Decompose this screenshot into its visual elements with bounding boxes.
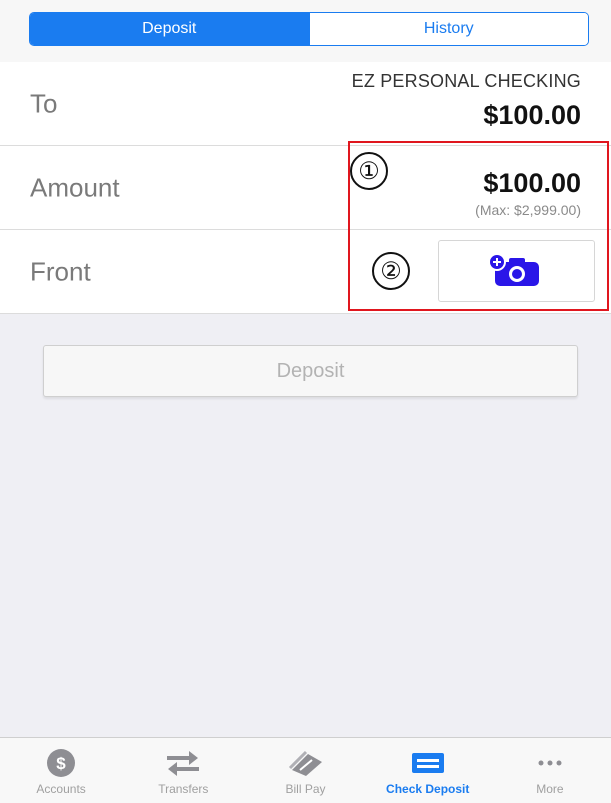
tab-more-label: More	[536, 782, 564, 796]
tab-transfers[interactable]: Transfers	[122, 738, 244, 803]
amount-max: (Max: $2,999.00)	[475, 202, 581, 218]
tab-check-deposit-label: Check Deposit	[386, 782, 470, 796]
add-camera-icon	[487, 253, 539, 286]
tab-accounts[interactable]: $ Accounts	[0, 738, 122, 803]
front-camera-button[interactable]	[438, 240, 595, 302]
annotation-number-1: ①	[350, 152, 388, 190]
amount-row[interactable]: Amount $100.00 (Max: $2,999.00)	[0, 146, 611, 230]
tab-history[interactable]: History	[308, 13, 588, 45]
tab-check-deposit[interactable]: Check Deposit	[367, 738, 489, 803]
tab-bill-pay[interactable]: Bill Pay	[244, 738, 366, 803]
segmented-control: Deposit History	[29, 12, 589, 46]
top-bar: Deposit History	[0, 0, 611, 62]
front-label: Front	[30, 256, 91, 286]
dollar-icon: $	[47, 749, 76, 777]
to-label: To	[30, 88, 58, 118]
tab-deposit[interactable]: Deposit	[30, 13, 309, 45]
bottom-tab-bar: $ Accounts Transfers Bill Pay Check Depo…	[0, 737, 611, 803]
tab-accounts-label: Accounts	[36, 782, 86, 796]
svg-text:$: $	[56, 754, 66, 773]
to-account-name: EZ PERSONAL CHECKING	[351, 71, 581, 91]
front-row: Front	[0, 230, 611, 314]
amount-label: Amount	[30, 172, 120, 202]
bill-pay-icon	[288, 750, 322, 776]
tab-more[interactable]: More	[489, 738, 611, 803]
deposit-button[interactable]: Deposit	[43, 345, 578, 397]
tab-transfers-label: Transfers	[158, 782, 209, 796]
to-account-balance: $100.00	[483, 100, 581, 130]
annotation-number-2: ②	[372, 252, 410, 290]
transfer-arrows-icon	[167, 751, 200, 776]
check-deposit-icon	[411, 753, 444, 773]
deposit-form: To EZ PERSONAL CHECKING $100.00 Amount $…	[0, 62, 611, 314]
amount-value[interactable]: $100.00	[483, 168, 581, 199]
tab-bill-pay-label: Bill Pay	[285, 782, 326, 796]
to-row[interactable]: To EZ PERSONAL CHECKING $100.00	[0, 62, 611, 146]
more-dots-icon	[538, 760, 562, 766]
